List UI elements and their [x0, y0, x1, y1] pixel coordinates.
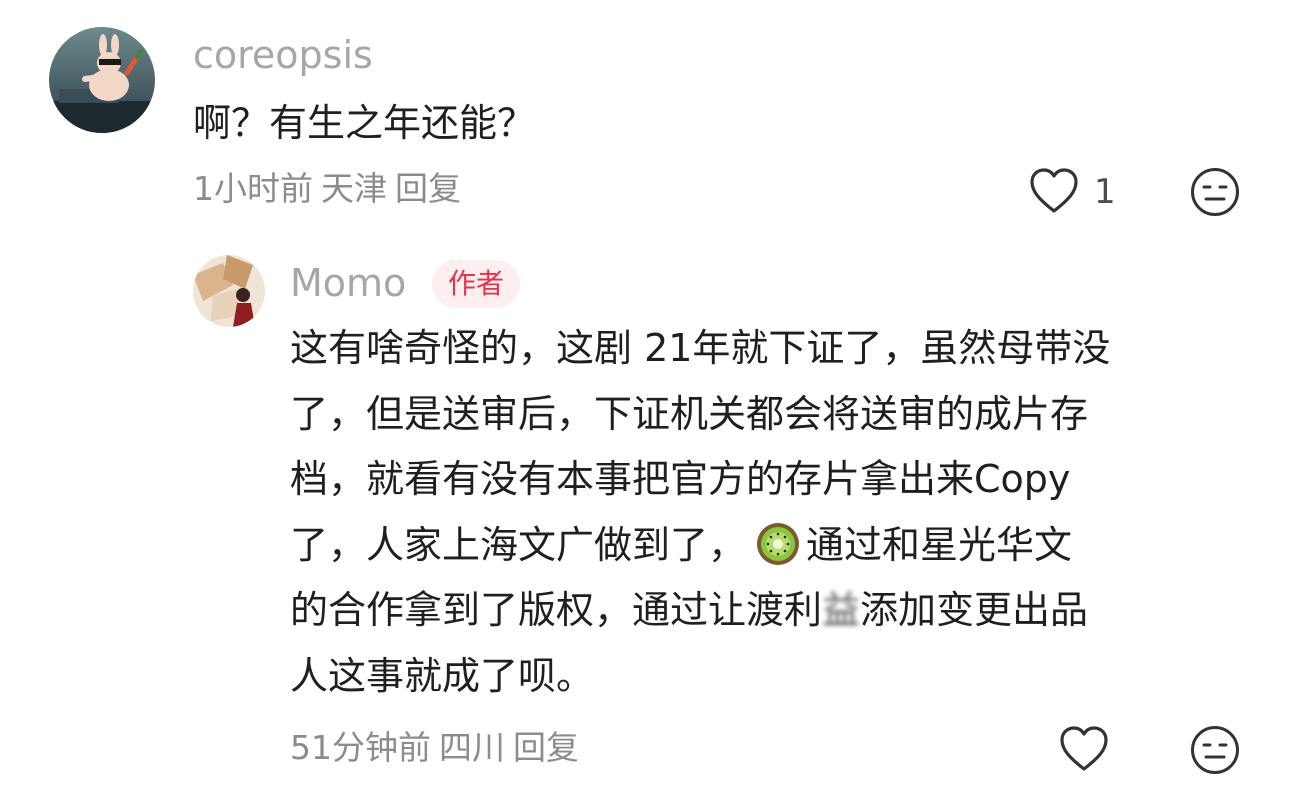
- censored-char: 益: [822, 588, 861, 632]
- reply-text: 这有啥奇怪的，这剧 21年就下证了，虽然母带没 了，但是送审后，下证机关都会将送…: [290, 316, 1250, 709]
- comment-reply-button[interactable]: 回复: [395, 169, 461, 208]
- reply-like-button[interactable]: [1058, 724, 1110, 774]
- reply-username[interactable]: Momo: [290, 264, 406, 302]
- kiwi-icon: [757, 522, 800, 565]
- reply-line: 这有啥奇怪的，这剧 21年就下证了，虽然母带没: [290, 326, 1111, 370]
- comment-like-button[interactable]: [1028, 166, 1080, 216]
- reply-dislike-button[interactable]: [1189, 724, 1241, 776]
- comment-text: 啊？有生之年还能？: [193, 101, 536, 145]
- reply-line-segment: 的合作拿到了版权，通过让渡利: [290, 588, 823, 632]
- reply-meta: 51分钟前 四川 回复: [290, 731, 587, 764]
- reply-line: 了，人家上海文广做到了， 通过和星光华文: [290, 513, 1250, 579]
- reply-line-segment: 了，人家上海文广做到了，: [290, 522, 747, 567]
- comment-meta: 1小时前 天津 回复: [193, 172, 469, 205]
- reply-line-segment: 通过和星光华文: [806, 522, 1073, 567]
- reply-line-segment: 添加变更出品: [860, 588, 1089, 632]
- comment-time: 1小时前: [193, 169, 313, 208]
- comment-username[interactable]: coreopsis: [193, 36, 373, 74]
- comment-like-count: 1: [1094, 172, 1116, 212]
- heart-outline-icon: [1030, 168, 1078, 213]
- unamused-face-icon: [1191, 168, 1239, 216]
- avatar[interactable]: [49, 27, 155, 133]
- reply-line: 的合作拿到了版权，通过让渡利益添加变更出品: [290, 578, 1250, 644]
- reply-line: 人这事就成了呗。: [290, 653, 595, 698]
- reply-reply-button[interactable]: 回复: [513, 728, 579, 767]
- reply-line: 档，就看有没有本事把官方的存片拿出来Copy: [290, 457, 1071, 501]
- reply-location: 四川: [439, 728, 505, 767]
- avatar-photo-icon: [193, 255, 265, 327]
- reply-avatar[interactable]: [193, 255, 265, 327]
- reply-time: 51分钟前: [290, 728, 431, 767]
- author-badge: 作者: [432, 260, 521, 308]
- comment-dislike-button[interactable]: [1189, 166, 1241, 218]
- comment-thread: coreopsis 啊？有生之年还能？ 1小时前 天津 回复 1 Momo 作者 这…: [0, 0, 1290, 803]
- heart-outline-icon: [1060, 726, 1108, 771]
- avatar-rabbit-icon: [49, 27, 155, 133]
- reply-line: 了，但是送审后，下证机关都会将送审的成片存: [290, 391, 1089, 436]
- comment-location: 天津: [321, 169, 387, 208]
- unamused-face-icon: [1191, 726, 1239, 774]
